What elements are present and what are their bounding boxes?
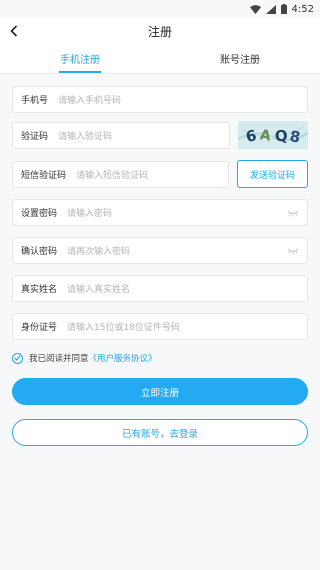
- tab-bar: 手机注册 账号注册: [0, 44, 320, 74]
- eye-closed-icon[interactable]: [287, 210, 299, 217]
- agreement-checkbox[interactable]: [12, 352, 23, 364]
- chevron-left-icon: [10, 25, 18, 37]
- password-input[interactable]: 请输入密码: [67, 206, 112, 219]
- eye-closed-icon[interactable]: [287, 248, 299, 255]
- back-button[interactable]: [6, 22, 22, 40]
- realname-field[interactable]: 真实姓名 请输入真实姓名: [12, 275, 308, 302]
- realname-label: 真实姓名: [21, 285, 58, 295]
- captcha-field[interactable]: 验证码 请输入验证码: [12, 122, 230, 149]
- status-time: 4:52: [291, 3, 314, 15]
- wifi-icon: [249, 4, 261, 14]
- agreement-row: 我已阅读并同意 《用户服务协议》: [12, 351, 157, 365]
- captcha-graphic: 6 A Q 8: [238, 121, 308, 149]
- service-agreement-link[interactable]: 《用户服务协议》: [89, 352, 157, 364]
- password-label: 设置密码: [21, 209, 58, 219]
- confirm-label: 确认密码: [21, 247, 58, 257]
- captcha-char-3: Q: [274, 126, 289, 145]
- captcha-image[interactable]: 6 A Q 8: [238, 121, 308, 149]
- confirm-password-field[interactable]: 确认密码 请再次输入密码: [12, 237, 308, 264]
- phone-label: 手机号: [21, 96, 49, 106]
- battery-icon: [280, 4, 287, 14]
- sms-input[interactable]: 请输入短信验证码: [76, 168, 148, 181]
- tab-account-register[interactable]: 账号注册: [160, 44, 320, 73]
- page-title: 注册: [147, 24, 172, 39]
- phone-input[interactable]: 请输入手机号码: [58, 93, 121, 106]
- realname-input[interactable]: 请输入真实姓名: [67, 282, 130, 295]
- check-icon: [14, 355, 21, 361]
- register-button[interactable]: 立即注册: [12, 378, 308, 405]
- agreement-text: 我已阅读并同意: [29, 354, 89, 364]
- captcha-input[interactable]: 请输入验证码: [58, 129, 112, 142]
- sms-field[interactable]: 短信验证码 请输入短信验证码: [12, 161, 229, 188]
- idcard-input[interactable]: 请输入15位或18位证件号码: [67, 320, 180, 333]
- go-login-button[interactable]: 已有账号，去登录: [12, 419, 308, 446]
- confirm-input[interactable]: 请再次输入密码: [67, 244, 130, 257]
- send-code-button[interactable]: 发送验证码: [237, 160, 308, 188]
- phone-field[interactable]: 手机号 请输入手机号码: [12, 86, 308, 113]
- nav-bar: 注册: [0, 18, 320, 44]
- sms-label: 短信验证码: [21, 171, 67, 181]
- captcha-label: 验证码: [21, 132, 49, 142]
- idcard-label: 身份证号: [21, 323, 58, 333]
- tab-phone-register[interactable]: 手机注册: [0, 44, 160, 73]
- signal-icon: [265, 4, 276, 14]
- idcard-field[interactable]: 身份证号 请输入15位或18位证件号码: [12, 313, 308, 340]
- status-bar: 4:52: [0, 0, 320, 18]
- password-field[interactable]: 设置密码 请输入密码: [12, 199, 308, 226]
